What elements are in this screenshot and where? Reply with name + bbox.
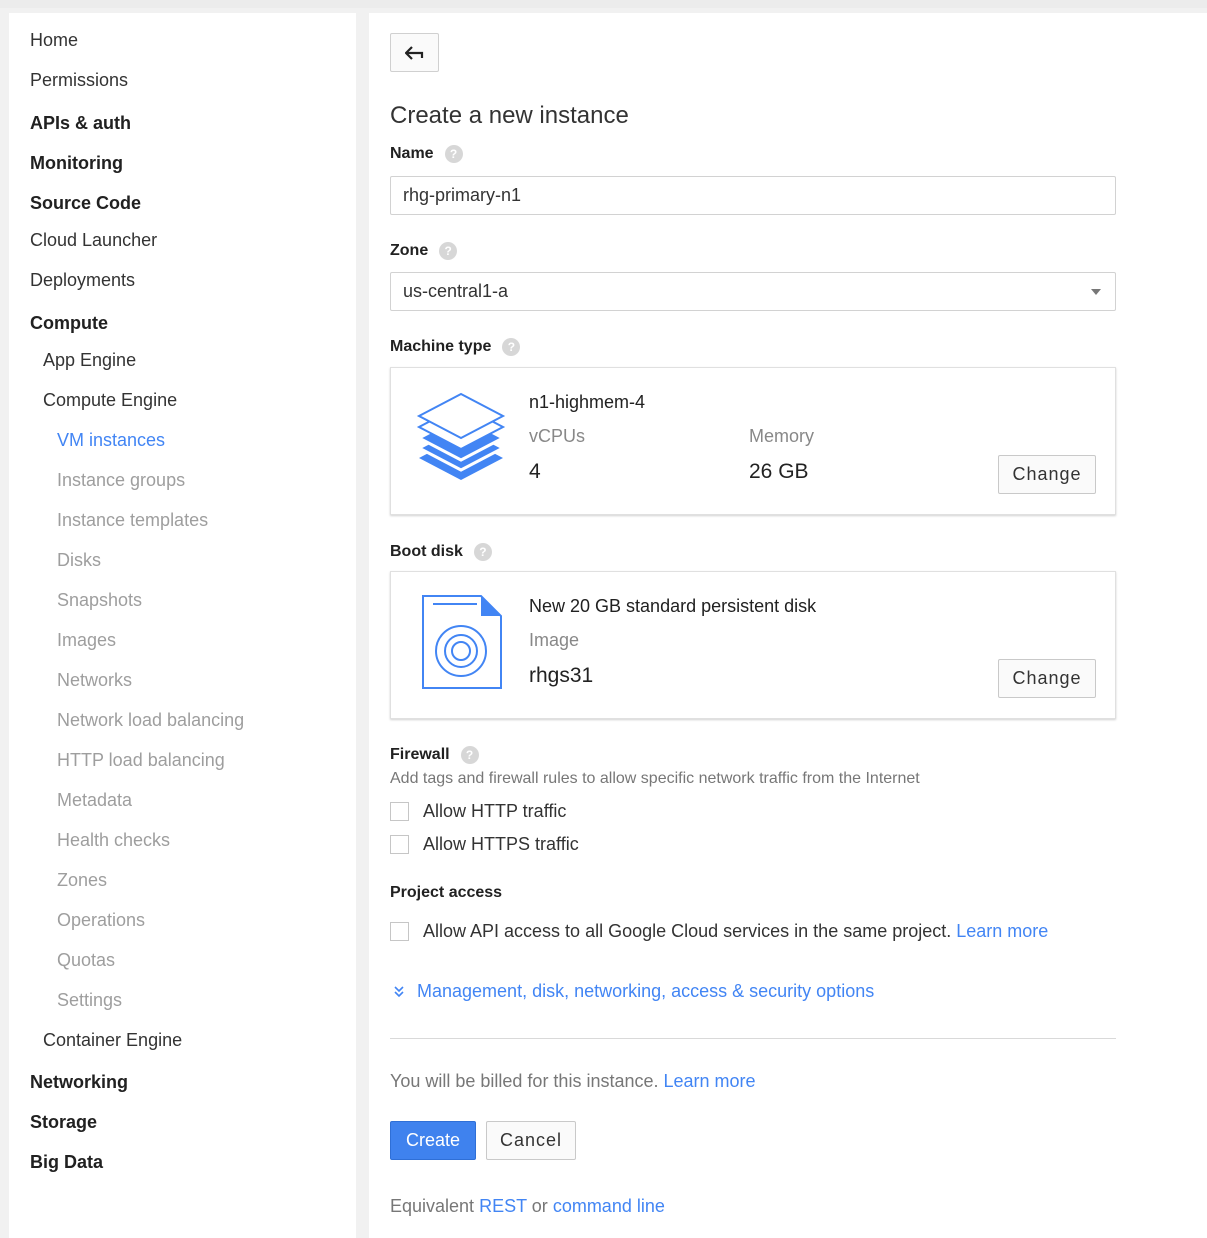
vcpus-value: 4 [529,460,541,483]
machine-type-card: n1-highmem-4 vCPUs 4 Memory 26 GB Change [390,367,1116,515]
management-options-link[interactable]: Management, disk, networking, access & s… [393,981,874,1002]
create-button[interactable]: Create [390,1121,476,1160]
allow-http-label[interactable]: Allow HTTP traffic [423,801,566,822]
sidebar-item-vm-instances[interactable]: VM instances [57,429,165,451]
sidebar-item-snapshots[interactable]: Snapshots [57,589,142,611]
sidebar-item-health-checks[interactable]: Health checks [57,829,170,851]
sidebar-item-operations[interactable]: Operations [57,909,145,931]
back-button[interactable] [390,33,439,72]
sidebar-item-cloud-launcher[interactable]: Cloud Launcher [30,229,157,251]
sidebar-item-app-engine[interactable]: App Engine [43,349,136,371]
chevron-double-down-icon [394,985,404,997]
sidebar-item-monitoring[interactable]: Monitoring [30,152,123,174]
sidebar-item-source-code[interactable]: Source Code [30,192,141,214]
sidebar-item-container-engine[interactable]: Container Engine [43,1029,182,1051]
help-icon[interactable]: ? [444,145,463,163]
zone-label-text: Zone [390,242,429,259]
machine-type-label: Machine type ? [390,338,521,356]
change-machine-type-button[interactable]: Change [998,455,1096,494]
allow-http-checkbox[interactable] [390,802,409,821]
sidebar-item-deployments[interactable]: Deployments [30,269,135,291]
help-icon[interactable]: ? [460,746,479,764]
boot-disk-card: New 20 GB standard persistent disk Image… [390,571,1116,719]
vcpus-label: vCPUs [529,426,586,446]
top-border [0,0,1207,8]
sidebar-item-compute-engine[interactable]: Compute Engine [43,389,177,411]
sidebar-item-settings[interactable]: Settings [57,989,122,1011]
name-label-text: Name [390,145,434,162]
sidebar-item-apis-auth[interactable]: APIs & auth [30,112,131,134]
sidebar-item-big-data[interactable]: Big Data [30,1151,103,1173]
management-options-text: Management, disk, networking, access & s… [417,981,875,1001]
sidebar-item-instance-templates[interactable]: Instance templates [57,509,208,531]
back-arrow-icon [404,45,423,60]
disk-icon [422,595,502,689]
boot-disk-label-text: Boot disk [390,543,463,560]
divider [390,1038,1116,1039]
machine-stack-icon [415,392,507,480]
api-access-text[interactable]: Allow API access to all Google Cloud ser… [423,921,951,941]
project-access-label: Project access [390,884,503,901]
sidebar-item-zones[interactable]: Zones [57,869,107,891]
sidebar-item-networking[interactable]: Networking [30,1071,128,1093]
sidebar-item-http-load-balancing[interactable]: HTTP load balancing [57,749,225,771]
cancel-button[interactable]: Cancel [486,1121,576,1160]
sidebar-item-permissions[interactable]: Permissions [30,69,128,91]
help-icon[interactable]: ? [502,338,521,356]
machine-type-label-text: Machine type [390,338,492,355]
memory-label: Memory [749,426,815,446]
memory-value: 26 GB [749,460,809,483]
or-text: or [531,1196,548,1216]
allow-https-label[interactable]: Allow HTTPS traffic [423,834,579,855]
create-instance-form: Create a new instance Name ? rhg-primary… [369,13,1207,1238]
firewall-description: Add tags and firewall rules to allow spe… [390,770,920,787]
name-input[interactable]: rhg-primary-n1 [390,176,1116,215]
sidebar-item-instance-groups[interactable]: Instance groups [57,469,185,491]
sidebar-item-networks[interactable]: Networks [57,669,132,691]
sidebar-item-images[interactable]: Images [57,629,116,651]
firewall-label: Firewall ? [390,746,479,764]
boot-disk-label: Boot disk ? [390,543,492,561]
image-label: Image [529,630,580,650]
sidebar-item-quotas[interactable]: Quotas [57,949,115,971]
sidebar-item-compute[interactable]: Compute [30,312,108,334]
allow-https-checkbox[interactable] [390,835,409,854]
billing-learn-more-link[interactable]: Learn more [664,1071,756,1091]
firewall-label-text: Firewall [390,746,450,763]
sidebar-item-disks[interactable]: Disks [57,549,101,571]
zone-field-label: Zone ? [390,242,458,260]
sidebar-item-home[interactable]: Home [30,29,78,51]
machine-type-name: n1-highmem-4 [529,392,646,412]
image-value: rhgs31 [529,664,594,687]
sidebar-item-storage[interactable]: Storage [30,1111,97,1133]
zone-select[interactable]: us-central1-a [390,272,1116,311]
learn-more-link[interactable]: Learn more [956,921,1048,941]
page-title: Create a new instance [390,102,629,129]
zone-select-value: us-central1-a [403,281,509,301]
change-boot-disk-button[interactable]: Change [998,659,1096,698]
name-field-label: Name ? [390,145,463,163]
chevron-down-icon [1091,289,1101,295]
sidebar-item-metadata[interactable]: Metadata [57,789,132,811]
help-icon[interactable]: ? [439,242,458,260]
rest-link[interactable]: REST [479,1196,527,1216]
billing-text: You will be billed for this instance. [390,1071,659,1091]
equivalent-links: Equivalent REST or command line [390,1196,665,1217]
sidebar-item-network-load-balancing[interactable]: Network load balancing [57,709,244,731]
billing-notice: You will be billed for this instance. Le… [390,1071,756,1092]
sidebar: Home Permissions APIs & auth Monitoring … [9,13,356,1238]
help-icon[interactable]: ? [473,543,492,561]
api-access-checkbox[interactable] [390,922,409,941]
command-line-link[interactable]: command line [553,1196,665,1216]
api-access-label: Allow API access to all Google Cloud ser… [423,921,1048,942]
equivalent-text: Equivalent [390,1196,475,1216]
boot-disk-description: New 20 GB standard persistent disk [529,596,817,616]
